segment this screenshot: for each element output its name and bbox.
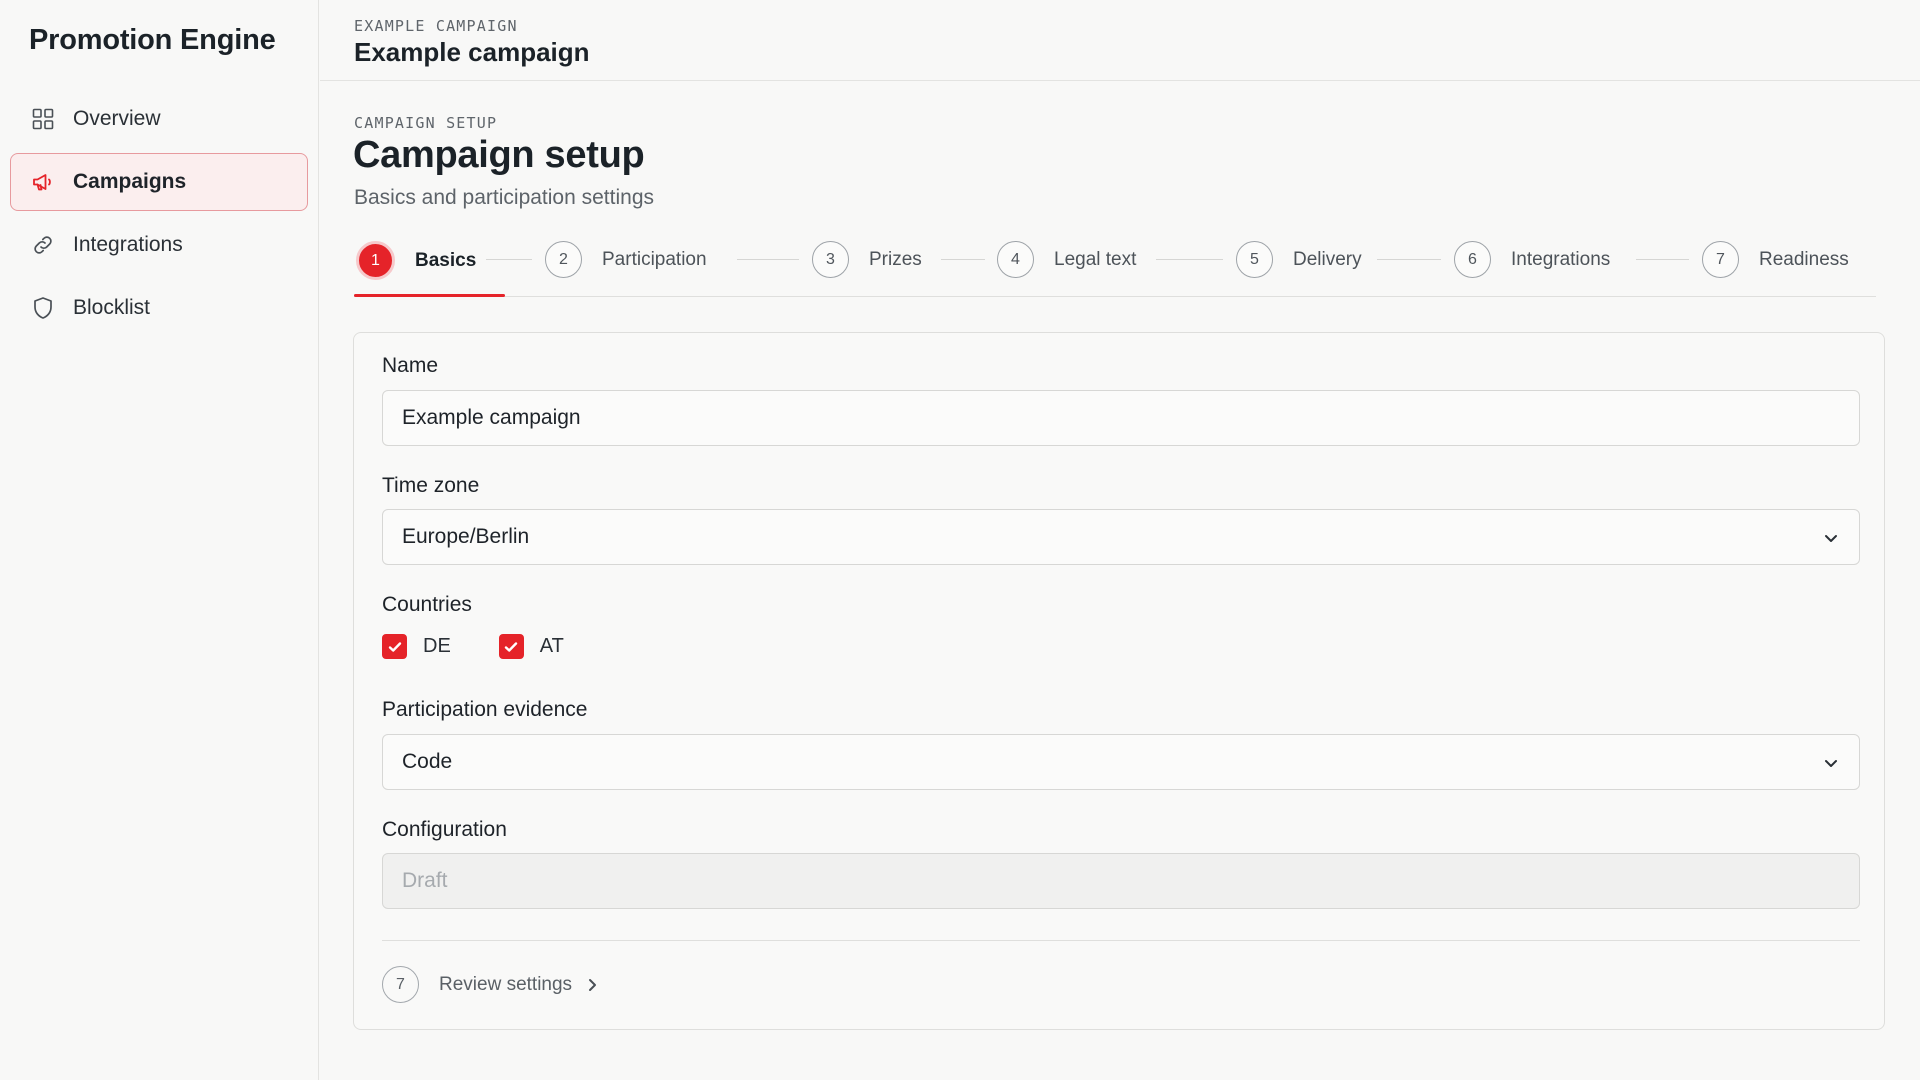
timezone-value: Europe/Berlin	[402, 525, 530, 548]
step-delivery[interactable]: 5 Delivery	[1236, 241, 1362, 278]
configuration-label: Configuration	[382, 818, 507, 841]
step-connector	[486, 259, 532, 260]
megaphone-icon	[30, 169, 56, 195]
brand-title: Promotion Engine	[29, 24, 276, 56]
section-eyebrow: CAMPAIGN SETUP	[354, 114, 498, 132]
step-connector	[1636, 259, 1689, 260]
card-divider	[382, 940, 1860, 941]
timezone-select[interactable]: Europe/Berlin	[382, 509, 1860, 565]
step-label: Delivery	[1293, 248, 1362, 270]
step-label: Readiness	[1759, 248, 1849, 270]
step-connector	[1377, 259, 1441, 260]
step-number: 2	[545, 241, 582, 278]
active-step-underline	[354, 294, 505, 297]
step-number: 5	[1236, 241, 1273, 278]
review-settings-link[interactable]: 7 Review settings	[382, 966, 600, 1003]
step-number: 6	[1454, 241, 1491, 278]
step-connector	[737, 259, 799, 260]
country-label-de: DE	[423, 635, 451, 657]
step-number: 4	[997, 241, 1034, 278]
step-label: Integrations	[1511, 248, 1611, 270]
header-eyebrow: EXAMPLE CAMPAIGN	[354, 17, 518, 35]
countries-group: DE AT	[382, 634, 612, 659]
sidebar-item-label: Overview	[73, 107, 161, 130]
name-label: Name	[382, 354, 439, 377]
country-checkbox-de[interactable]	[382, 634, 407, 659]
evidence-select[interactable]: Code	[382, 734, 1860, 790]
step-participation[interactable]: 2 Participation	[545, 241, 707, 278]
step-label: Prizes	[869, 248, 922, 270]
name-input[interactable]: Example campaign	[382, 390, 1860, 446]
step-number: 3	[812, 241, 849, 278]
top-header: EXAMPLE CAMPAIGN Example campaign	[320, 0, 1920, 81]
basics-form-card: Name Example campaign Time zone Europe/B…	[353, 332, 1885, 1030]
country-checkbox-at[interactable]	[498, 634, 524, 659]
page-title: Campaign setup	[353, 134, 645, 176]
step-prizes[interactable]: 3 Prizes	[812, 241, 922, 278]
step-number: 7	[1702, 241, 1739, 278]
step-integrations[interactable]: 6 Integrations	[1454, 241, 1610, 278]
page-subtitle: Basics and participation settings	[354, 186, 654, 209]
sidebar-item-overview[interactable]: Overview	[10, 90, 308, 148]
sidebar-item-label: Blocklist	[73, 296, 151, 319]
step-connector	[941, 259, 985, 260]
step-label: Legal text	[1054, 248, 1137, 270]
sidebar-item-label: Integrations	[73, 233, 183, 256]
evidence-label: Participation evidence	[382, 698, 588, 721]
step-connector	[1156, 259, 1223, 260]
link-icon	[30, 232, 56, 258]
grid-icon	[30, 106, 56, 132]
step-readiness[interactable]: 7 Readiness	[1702, 241, 1849, 278]
sidebar: Promotion Engine Overview Campaigns Inte…	[0, 0, 319, 1080]
configuration-field: Draft	[382, 853, 1860, 909]
header-title: Example campaign	[354, 37, 590, 67]
check-icon	[388, 641, 401, 652]
chevron-down-icon	[1825, 535, 1837, 542]
review-label: Review settings	[439, 973, 573, 995]
sidebar-item-campaigns[interactable]: Campaigns	[10, 153, 308, 211]
step-label: Participation	[602, 248, 707, 270]
step-label: Basics	[415, 249, 477, 271]
sidebar-item-label: Campaigns	[73, 170, 187, 193]
check-icon	[505, 641, 518, 652]
step-legal-text[interactable]: 4 Legal text	[997, 241, 1136, 278]
shield-icon	[30, 295, 56, 321]
chevron-right-icon	[589, 978, 597, 991]
evidence-value: Code	[402, 750, 453, 773]
countries-label: Countries	[382, 593, 472, 616]
setup-stepper: 1 Basics 2 Participation 3 Prizes 4 Lega…	[354, 237, 1876, 297]
step-basics[interactable]: 1 Basics	[356, 241, 476, 280]
sidebar-item-blocklist[interactable]: Blocklist	[10, 279, 308, 337]
sidebar-item-integrations[interactable]: Integrations	[10, 216, 308, 274]
country-label-at: AT	[539, 635, 564, 657]
step-number: 1	[356, 241, 395, 280]
timezone-label: Time zone	[382, 474, 480, 497]
chevron-down-icon	[1825, 760, 1837, 767]
review-step-number: 7	[382, 966, 419, 1003]
